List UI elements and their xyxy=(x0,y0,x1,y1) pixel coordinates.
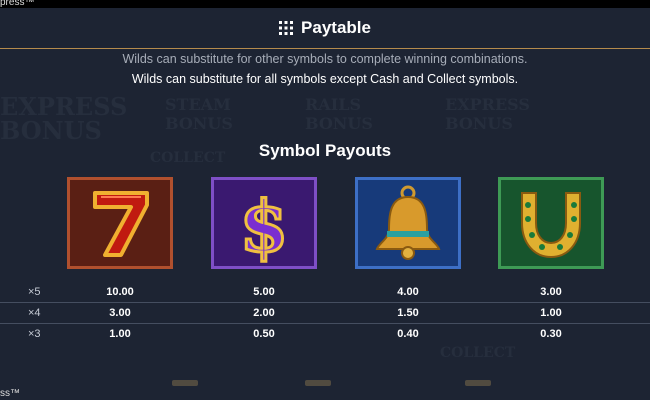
multiplier-label: ×5 xyxy=(28,286,41,298)
background-decor: STEAM BONUS xyxy=(165,95,233,133)
multiplier-label: ×3 xyxy=(28,328,41,340)
decor-strip xyxy=(305,380,331,386)
window-title: press™ xyxy=(0,0,35,8)
paytable-header: Paytable xyxy=(0,8,650,49)
payout-value: 1.50 xyxy=(397,307,419,319)
page-title: Paytable xyxy=(301,18,371,37)
payout-value: 0.40 xyxy=(397,328,419,340)
wild-info-line-1: Wilds can substitute for other symbols t… xyxy=(122,52,528,66)
multiplier-label: ×4 xyxy=(28,307,41,319)
horseshoe-icon xyxy=(521,192,581,259)
payout-value: 3.00 xyxy=(109,307,131,319)
payout-row: ×4 3.00 2.00 1.50 1.00 xyxy=(0,303,650,324)
symbol-card-horseshoe xyxy=(498,177,604,269)
payout-value: 4.00 xyxy=(397,286,419,298)
window-title-bar: press™ xyxy=(0,0,650,8)
payout-value: 1.00 xyxy=(109,328,131,340)
payout-value: 10.00 xyxy=(106,286,134,298)
symbol-card-bell xyxy=(355,177,461,269)
svg-text:$: $ xyxy=(240,185,289,263)
payout-table: ×5 10.00 5.00 4.00 3.00 ×4 3.00 2.00 1.5… xyxy=(0,282,650,344)
dollar-icon: $ xyxy=(238,184,290,264)
decor-strip xyxy=(172,380,198,386)
window-title-bottom: ss™ xyxy=(0,388,20,399)
payout-value: 0.30 xyxy=(540,328,562,340)
payout-value: 3.00 xyxy=(540,286,562,298)
grid-menu-icon xyxy=(279,21,294,35)
symbol-card-dollar: $ xyxy=(211,177,317,269)
payout-value: 1.00 xyxy=(540,307,562,319)
background-decor: EXPRESS BONUS xyxy=(445,95,530,133)
bell-icon xyxy=(375,185,441,260)
payout-row: ×5 10.00 5.00 4.00 3.00 xyxy=(0,282,650,303)
symbol-card-seven xyxy=(67,177,173,269)
wild-info-line-2: Wilds can substitute for all symbols exc… xyxy=(131,72,519,86)
decor-strip xyxy=(465,380,491,386)
section-title: Symbol Payouts xyxy=(258,141,392,160)
background-decor: COLLECT xyxy=(440,345,516,361)
payout-value: 2.00 xyxy=(253,307,275,319)
payout-row: ×3 1.00 0.50 0.40 0.30 xyxy=(0,324,650,344)
payout-value: 0.50 xyxy=(253,328,275,340)
background-decor: RAILS BONUS xyxy=(305,95,373,133)
payout-value: 5.00 xyxy=(253,286,275,298)
background-decor: EXPRESS BONUS xyxy=(0,92,128,145)
seven-icon xyxy=(93,191,149,257)
